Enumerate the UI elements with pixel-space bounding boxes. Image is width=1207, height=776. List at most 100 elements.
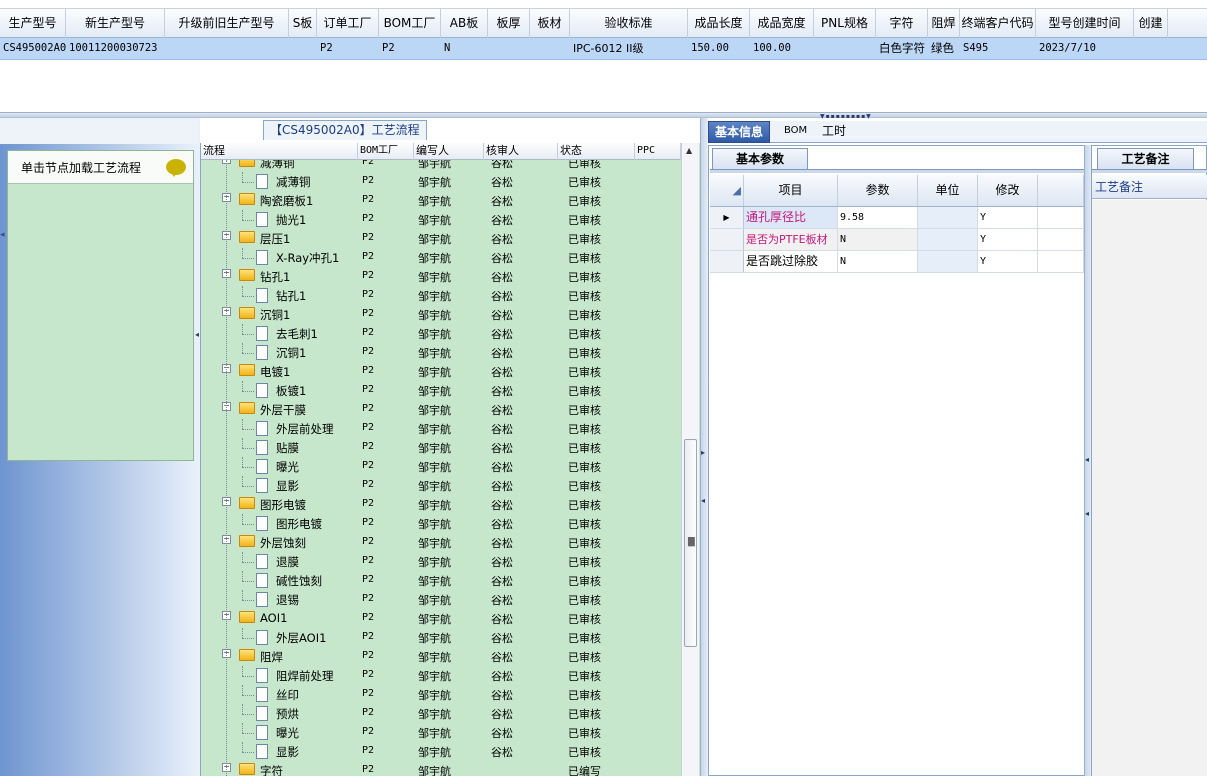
- flow-tree-row[interactable]: 显影 P2 邹宇航 谷松 已审核: [201, 476, 681, 495]
- grid-cell[interactable]: IPC-6012 II级: [570, 38, 688, 59]
- flow-node-name[interactable]: 沉铜1: [260, 307, 290, 323]
- flow-tree-row[interactable]: − 陶瓷磨板1 P2 邹宇航 谷松 已审核: [201, 191, 681, 210]
- grid-cell[interactable]: 150.00: [688, 38, 750, 59]
- flow-node-name[interactable]: 图形电镀: [260, 497, 306, 513]
- vertical-splitter[interactable]: ▸ ◂: [700, 118, 708, 776]
- flow-step-name[interactable]: 外层前处理: [276, 421, 334, 437]
- param-modify-cell[interactable]: Y: [978, 229, 1038, 250]
- flow-step-name[interactable]: 阻焊前处理: [276, 668, 334, 684]
- flow-tree-row[interactable]: 退膜 P2 邹宇航 谷松 已审核: [201, 552, 681, 571]
- tab-basic-params[interactable]: 基本参数: [712, 148, 808, 170]
- flow-tree-scrollbar[interactable]: ▲ ▬ ▬ ▬: [681, 143, 699, 776]
- flow-tree-row[interactable]: 抛光1 P2 邹宇航 谷松 已审核: [201, 210, 681, 229]
- grid-cell[interactable]: 10011200030723: [66, 38, 165, 59]
- flow-tree[interactable]: −减薄铜P2邹宇航谷松已审核减薄铜P2邹宇航谷松已审核−陶瓷磨板1P2邹宇航谷松…: [201, 160, 681, 776]
- flow-node-name[interactable]: 阻焊: [260, 649, 283, 665]
- flow-tree-row[interactable]: 外层AOI1 P2 邹宇航 谷松 已审核: [201, 628, 681, 647]
- col-header[interactable]: 成品长度: [688, 9, 750, 38]
- tab-basic-info[interactable]: 基本信息: [708, 121, 771, 143]
- flow-tree-row[interactable]: 曝光 P2 邹宇航 谷松 已审核: [201, 457, 681, 476]
- flow-col-header[interactable]: 状态: [558, 143, 635, 160]
- col-header[interactable]: AB板: [441, 9, 488, 38]
- flow-node-name[interactable]: 外层蚀刻: [260, 535, 306, 551]
- flow-tree-row[interactable]: −减薄铜P2邹宇航谷松已审核: [201, 160, 681, 172]
- current-row-indicator-icon[interactable]: ▶: [710, 207, 744, 228]
- col-header[interactable]: 创建: [1134, 9, 1168, 38]
- param-item-cell[interactable]: 是否跳过除胶: [744, 251, 838, 272]
- flow-step-name[interactable]: 丝印: [276, 687, 299, 703]
- flow-tree-row[interactable]: − 层压1 P2 邹宇航 谷松 已审核: [201, 229, 681, 248]
- flow-tree-row[interactable]: 沉铜1 P2 邹宇航 谷松 已审核: [201, 343, 681, 362]
- flow-tree-row[interactable]: X-Ray冲孔1 P2 邹宇航 谷松 已审核: [201, 248, 681, 267]
- flow-tree-row[interactable]: 贴膜 P2 邹宇航 谷松 已审核: [201, 438, 681, 457]
- grid-cell[interactable]: [814, 38, 876, 59]
- flow-step-name[interactable]: 沉铜1: [276, 345, 306, 361]
- load-flow-panel[interactable]: 单击节点加载工艺流程: [7, 150, 194, 461]
- grid-cell[interactable]: 2023/7/10: [1036, 38, 1134, 59]
- col-header[interactable]: 阻焊: [928, 9, 960, 38]
- grid-cell[interactable]: 绿色: [928, 38, 960, 59]
- col-header[interactable]: 验收标准: [570, 9, 688, 38]
- col-header-unit[interactable]: 单位: [918, 175, 978, 206]
- param-value-cell[interactable]: 9.58: [838, 207, 918, 228]
- product-grid-row[interactable]: CS495002A0 10011200030723 P2 P2 N IPC-6012 II…: [0, 38, 1207, 60]
- flow-col-header[interactable]: 流程: [201, 143, 358, 160]
- col-header[interactable]: 型号创建时间: [1036, 9, 1134, 38]
- flow-tree-row[interactable]: − AOI1 P2 邹宇航 谷松 已审核: [201, 609, 681, 628]
- flow-step-name[interactable]: 板镀1: [276, 383, 306, 399]
- grid-cell[interactable]: S495: [960, 38, 1036, 59]
- flow-tree-row[interactable]: 板镀1 P2 邹宇航 谷松 已审核: [201, 381, 681, 400]
- flow-col-header[interactable]: BOM工厂: [358, 143, 414, 160]
- flow-tree-row[interactable]: − 钻孔1 P2 邹宇航 谷松 已审核: [201, 267, 681, 286]
- flow-step-name[interactable]: 减薄铜: [276, 174, 311, 190]
- param-unit-cell[interactable]: [918, 207, 978, 228]
- grid-cell[interactable]: [165, 38, 289, 59]
- param-unit-cell[interactable]: [918, 251, 978, 272]
- flow-step-name[interactable]: 曝光: [276, 725, 299, 741]
- flow-node-name[interactable]: 陶瓷磨板1: [260, 193, 313, 209]
- param-item-cell[interactable]: 通孔厚径比: [744, 207, 838, 228]
- col-header[interactable]: 板材: [530, 9, 570, 38]
- grid-cell[interactable]: [289, 38, 317, 59]
- flow-tree-row[interactable]: − 阻焊 P2 邹宇航 谷松 已审核: [201, 647, 681, 666]
- tab-bom[interactable]: BOM: [778, 121, 813, 143]
- flow-tree-row[interactable]: − 电镀1 P2 邹宇航 谷松 已审核: [201, 362, 681, 381]
- select-all-corner[interactable]: ◢: [710, 175, 744, 206]
- flow-step-name[interactable]: 钻孔1: [276, 288, 306, 304]
- flow-tree-row[interactable]: 去毛刺1 P2 邹宇航 谷松 已审核: [201, 324, 681, 343]
- flow-node-name[interactable]: 钻孔1: [260, 269, 290, 285]
- flow-tree-row[interactable]: 碱性蚀刻 P2 邹宇航 谷松 已审核: [201, 571, 681, 590]
- row-header[interactable]: [710, 229, 744, 250]
- flow-node-name[interactable]: 层压1: [260, 231, 290, 247]
- flow-tree-row[interactable]: 退锡 P2 邹宇航 谷松 已审核: [201, 590, 681, 609]
- flow-tree-row[interactable]: 丝印 P2 邹宇航 谷松 已审核: [201, 685, 681, 704]
- flow-node-name[interactable]: 电镀1: [260, 364, 290, 380]
- flow-tree-row[interactable]: − 图形电镀 P2 邹宇航 谷松 已审核: [201, 495, 681, 514]
- param-row[interactable]: 是否为PTFE板材 N Y: [710, 229, 1084, 251]
- flow-step-name[interactable]: 图形电镀: [276, 516, 322, 532]
- param-row[interactable]: ▶ 通孔厚径比 9.58 Y: [710, 207, 1084, 229]
- col-header[interactable]: 生产型号: [0, 9, 66, 38]
- col-header[interactable]: 成品宽度: [750, 9, 814, 38]
- grid-cell[interactable]: 白色字符: [876, 38, 928, 59]
- flow-node-name[interactable]: 减薄铜: [260, 160, 295, 171]
- flow-node-name[interactable]: AOI1: [260, 611, 287, 625]
- col-header[interactable]: 终端客户代码: [960, 9, 1036, 38]
- grid-cell[interactable]: [488, 38, 530, 59]
- flow-tree-row[interactable]: 减薄铜 P2 邹宇航 谷松 已审核: [201, 172, 681, 191]
- col-header[interactable]: BOM工厂: [379, 9, 441, 38]
- flow-step-name[interactable]: 贴膜: [276, 440, 299, 456]
- flow-tree-row[interactable]: 显影 P2 邹宇航 谷松 已审核: [201, 742, 681, 761]
- grid-cell[interactable]: [1134, 38, 1168, 59]
- grid-cell[interactable]: [530, 38, 570, 59]
- param-unit-cell[interactable]: [918, 229, 978, 250]
- tab-process-note[interactable]: 工艺备注: [1097, 148, 1194, 170]
- flow-tree-row[interactable]: − 沉铜1 P2 邹宇航 谷松 已审核: [201, 305, 681, 324]
- col-header-modify[interactable]: 修改: [978, 175, 1038, 206]
- param-value-cell[interactable]: N: [838, 251, 918, 272]
- grid-cell[interactable]: CS495002A0: [0, 38, 66, 59]
- grid-cell[interactable]: 100.00: [750, 38, 814, 59]
- flow-step-name[interactable]: 退锡: [276, 592, 299, 608]
- flow-step-name[interactable]: 显影: [276, 478, 299, 494]
- collapse-arrow-icon[interactable]: ◂: [0, 230, 5, 240]
